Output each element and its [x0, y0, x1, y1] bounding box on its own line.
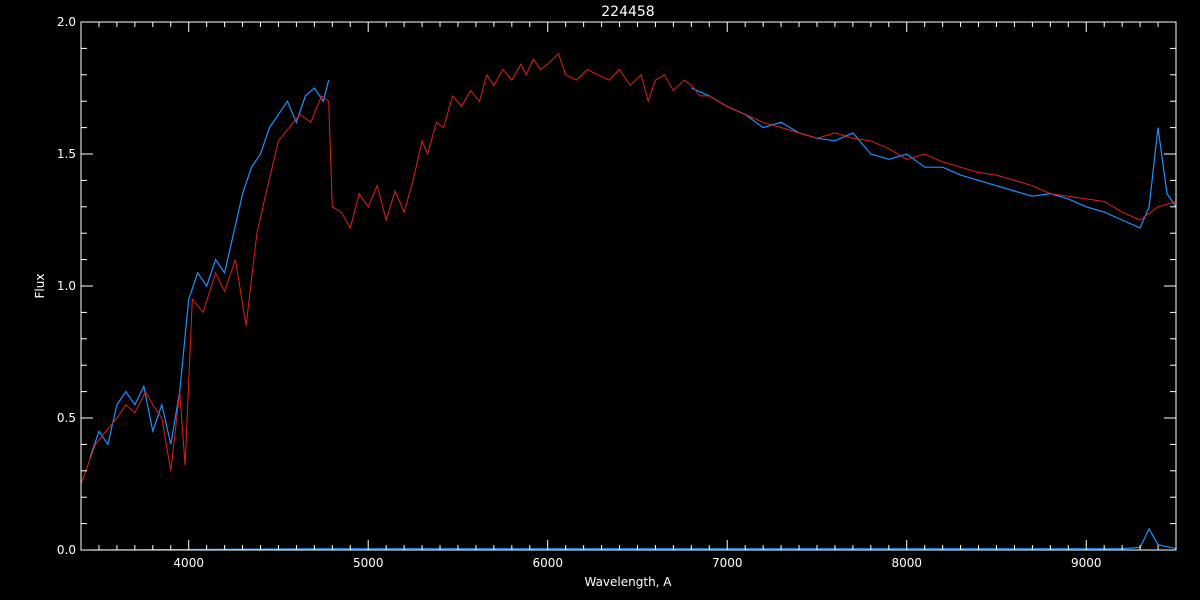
x-axis-label: Wavelength, A [584, 575, 672, 589]
chart-title: 224458 [601, 4, 654, 20]
x-tick-label: 9000 [1071, 556, 1102, 570]
x-tick-label: 5000 [353, 556, 384, 570]
x-tick-label: 6000 [532, 556, 563, 570]
spectrum-chart: 4000 5000 6000 7000 8000 90000.00.51.01.52.0 … [0, 0, 1200, 600]
y-tick-label: 0.0 [57, 543, 76, 557]
x-tick-label: 8000 [891, 556, 922, 570]
y-tick-label: 1.5 [57, 147, 76, 161]
y-axis-label: Flux [33, 274, 47, 299]
y-tick-label: 1.0 [57, 279, 76, 293]
y-tick-label: 2.0 [57, 15, 76, 29]
chart-background [0, 0, 1200, 600]
x-tick-label: 7000 [712, 556, 743, 570]
y-tick-label: 0.5 [57, 411, 76, 425]
x-tick-label: 4000 [173, 556, 204, 570]
